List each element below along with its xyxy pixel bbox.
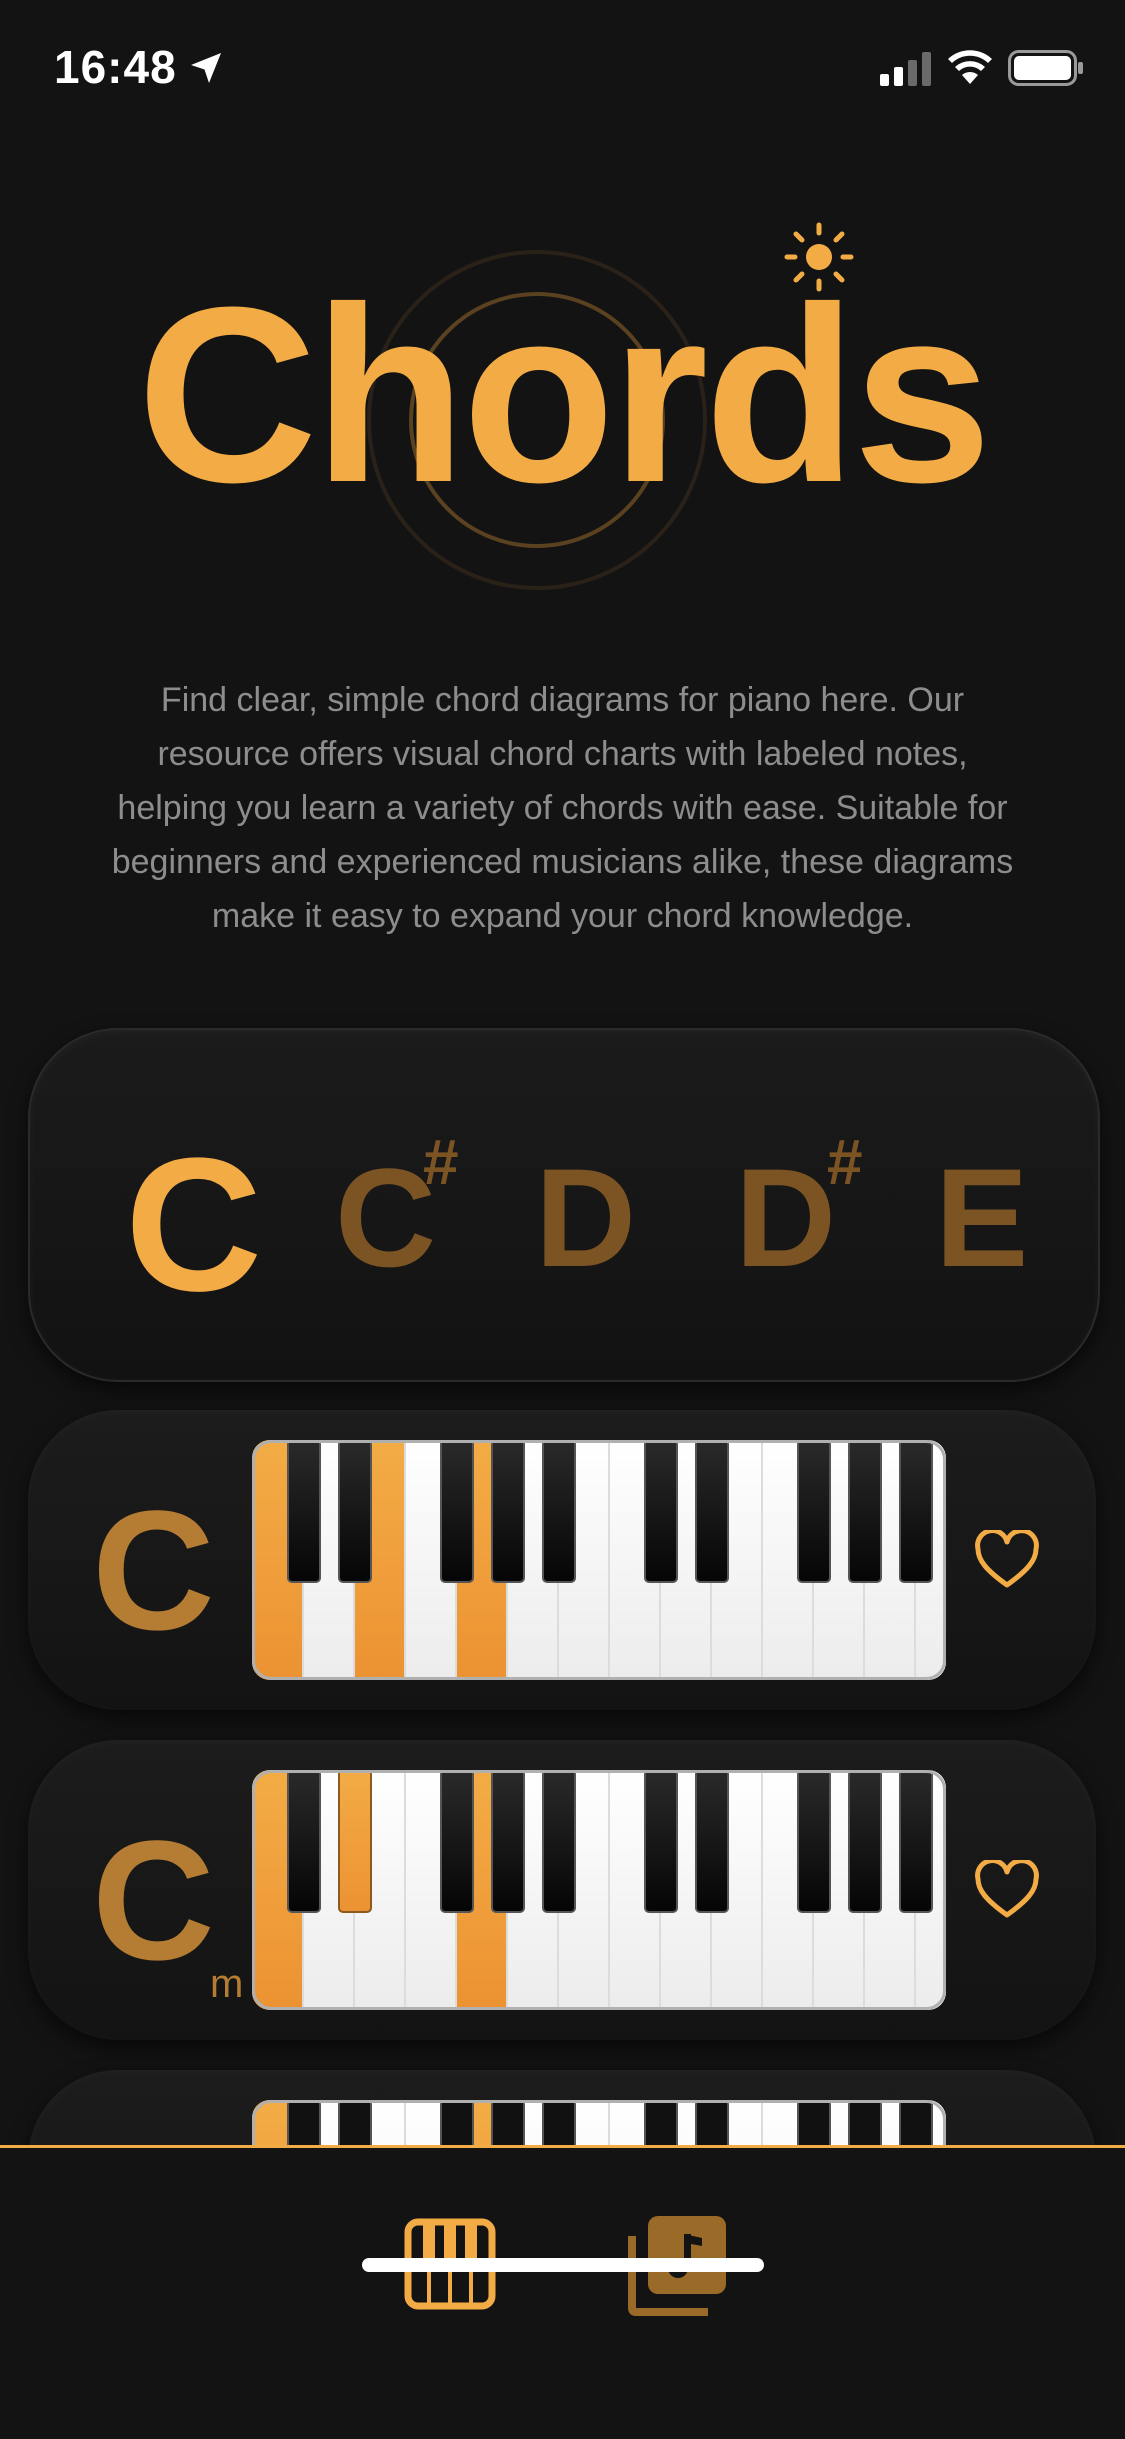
chord-card[interactable]: C: [28, 1410, 1096, 1710]
black-key: [542, 1770, 576, 1913]
black-key: [695, 1770, 729, 1913]
note-root-label: D: [735, 1139, 837, 1296]
black-key: [899, 1770, 933, 1913]
black-key: [899, 1440, 933, 1583]
note-d-button[interactable]: D: [535, 1148, 636, 1288]
battery-icon: [1008, 50, 1083, 86]
location-arrow-icon: [191, 53, 221, 83]
chord-name: C: [92, 1476, 215, 1666]
black-key: [287, 1770, 321, 1913]
note-e-button[interactable]: E: [935, 1148, 1028, 1288]
black-key: [338, 1770, 372, 1913]
black-key: [695, 1440, 729, 1583]
piano-keyboard-diagram: [252, 1440, 946, 1680]
black-key: [644, 1440, 678, 1583]
page-description: Find clear, simple chord diagrams for pi…: [111, 681, 1014, 935]
black-key: [848, 1440, 882, 1583]
piano-keyboard-diagram: [252, 1770, 946, 2010]
black-key: [440, 1440, 474, 1583]
chord-suffix: m: [210, 1962, 244, 2006]
black-key: [797, 1770, 831, 1913]
note-root-label: C: [335, 1139, 437, 1296]
black-key: [440, 1770, 474, 1913]
favorite-heart-icon[interactable]: [974, 1860, 1040, 1920]
favorite-heart-icon[interactable]: [974, 1530, 1040, 1590]
black-key: [491, 1440, 525, 1583]
black-key: [542, 1440, 576, 1583]
black-key: [797, 1440, 831, 1583]
black-key: [848, 1770, 882, 1913]
note-c-button[interactable]: C: [125, 1130, 262, 1320]
note-root-label: E: [935, 1139, 1029, 1296]
note-c-sharp-button[interactable]: C #: [335, 1130, 459, 1288]
black-key: [491, 1770, 525, 1913]
wifi-icon: [948, 50, 992, 84]
black-key: [287, 1440, 321, 1583]
cellular-signal-icon: [880, 52, 931, 86]
home-indicator: [362, 2258, 764, 2272]
note-d-sharp-button[interactable]: D #: [735, 1130, 863, 1288]
root-note-selector: C C # D D # E: [28, 1028, 1100, 1382]
note-sharp-label: #: [423, 1126, 459, 1198]
status-bar: 16:48: [0, 0, 1125, 135]
bottom-tab-bar: [0, 2145, 1125, 2439]
black-key: [338, 1440, 372, 1583]
note-root-label: D: [535, 1139, 637, 1296]
black-key: [644, 1770, 678, 1913]
note-root-label: C: [125, 1119, 263, 1331]
chord-card[interactable]: C m: [28, 1740, 1096, 2040]
chord-name: C: [92, 1806, 215, 1996]
note-sharp-label: #: [827, 1126, 863, 1198]
page-title: Chords: [137, 255, 992, 534]
status-time: 16:48: [54, 41, 177, 93]
